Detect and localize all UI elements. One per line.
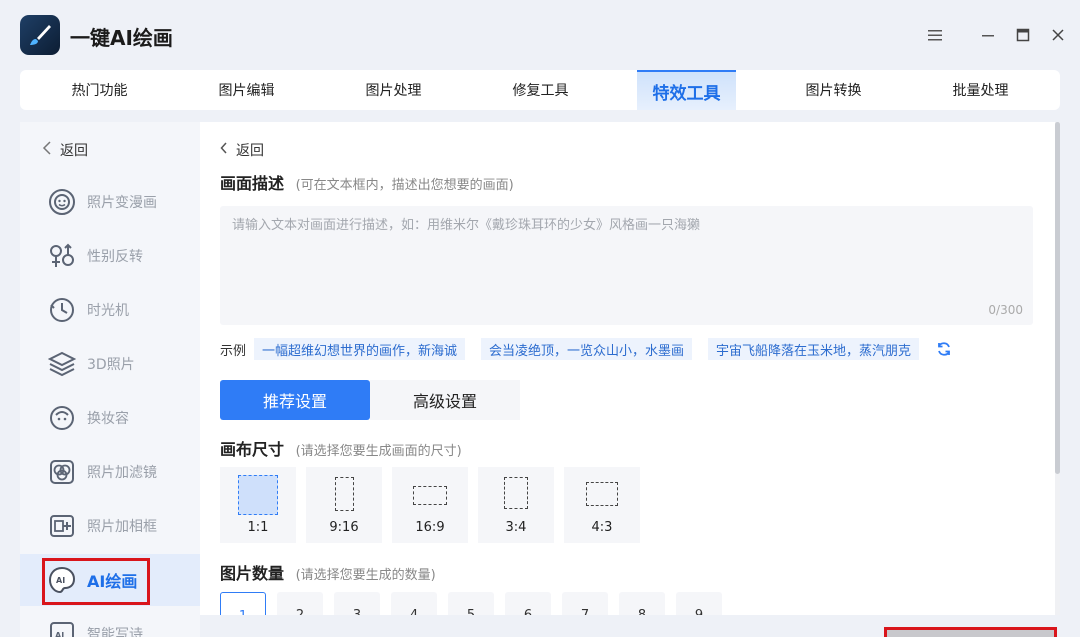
count-option-6[interactable]: 6 xyxy=(505,592,551,615)
count-option-5[interactable]: 5 xyxy=(448,592,494,615)
ratio-preview xyxy=(335,477,354,511)
count-option-1[interactable]: 1 xyxy=(220,592,266,615)
sidebar-back-label: 返回 xyxy=(60,143,88,159)
example-chip[interactable]: 一幅超维幻想世界的画作，新海诚 xyxy=(254,338,466,360)
count-title: 图片数量 xyxy=(220,564,285,583)
ratio-label: 1:1 xyxy=(247,520,269,535)
tab-image-convert[interactable]: 图片转换 xyxy=(760,70,907,110)
ratio-option-4-3[interactable]: 4:3 xyxy=(564,467,640,543)
ratio-label: 16:9 xyxy=(415,520,445,535)
sidebar-item-label: 照片加滤镜 xyxy=(87,465,157,481)
ai-poem-icon: AI xyxy=(48,620,76,637)
ratio-preview xyxy=(413,486,447,505)
ratio-option-1-1[interactable]: 1:1 xyxy=(220,467,296,543)
feature-tabs: 热门功能 图片编辑 图片处理 修复工具 特效工具 图片转换 批量处理 xyxy=(20,70,1060,110)
tab-batch-process[interactable]: 批量处理 xyxy=(907,70,1054,110)
app-title: 一键AI绘画 xyxy=(70,26,173,50)
example-prompts: 示例 一幅超维幻想世界的画作，新海诚 会当凌绝顶，一览众山小，水墨画 宇宙飞船降… xyxy=(220,338,953,360)
sidebar-item-gender[interactable]: 性别反转 xyxy=(20,230,200,282)
sidebar: 返回 照片变漫画 性别反转 时光机 3D照片 换妆容 照片加滤镜 照片加相框 A… xyxy=(20,122,200,637)
count-option-2[interactable]: 2 xyxy=(277,592,323,615)
ratio-option-16-9[interactable]: 16:9 xyxy=(392,467,468,543)
refresh-icon[interactable] xyxy=(935,340,953,358)
canvas-title: 画布尺寸 xyxy=(220,440,285,459)
sidebar-item-ai-poem[interactable]: AI 智能写诗 xyxy=(20,608,200,637)
highlight-box xyxy=(42,558,150,605)
clock-icon xyxy=(48,296,76,324)
count-option-7[interactable]: 7 xyxy=(562,592,608,615)
svg-text:AI: AI xyxy=(55,631,64,637)
sidebar-item-label: 性别反转 xyxy=(87,249,143,265)
tab-hot-features[interactable]: 热门功能 xyxy=(20,70,179,110)
tab-effect-tools[interactable]: 特效工具 xyxy=(637,70,736,110)
app-logo xyxy=(20,15,60,55)
sidebar-item-label: 3D照片 xyxy=(87,357,135,373)
description-input[interactable]: 请输入文本对画面进行描述，如：用维米尔《戴珍珠耳环的少女》风格画一只海獭 0/3… xyxy=(220,206,1033,325)
back-label: 返回 xyxy=(236,143,264,159)
description-section-title: 画面描述 (可在文本框内，描述出您想要的画面) xyxy=(220,170,514,194)
description-hint: (可在文本框内，描述出您想要的画面) xyxy=(295,178,514,193)
examples-label: 示例 xyxy=(220,343,247,359)
tab-repair-tools[interactable]: 修复工具 xyxy=(467,70,614,110)
makeup-icon xyxy=(48,404,76,432)
gender-icon xyxy=(48,242,76,270)
count-option-3[interactable]: 3 xyxy=(334,592,380,615)
sidebar-item-label: 换妆容 xyxy=(87,411,129,427)
count-section-title: 图片数量 (请选择您要生成的数量) xyxy=(220,560,436,584)
maximize-icon[interactable] xyxy=(1012,24,1034,46)
count-hint: (请选择您要生成的数量) xyxy=(295,568,436,583)
ratio-preview xyxy=(586,482,618,506)
chevron-left-icon xyxy=(220,141,228,159)
menu-icon[interactable] xyxy=(924,24,946,46)
filter-icon xyxy=(48,458,76,486)
sidebar-item-label: 照片变漫画 xyxy=(87,195,157,211)
tab-image-edit[interactable]: 图片编辑 xyxy=(173,70,320,110)
description-title: 画面描述 xyxy=(220,174,285,193)
frame-icon xyxy=(48,512,76,540)
sidebar-item-filter[interactable]: 照片加滤镜 xyxy=(20,446,200,498)
example-chip[interactable]: 宇宙飞船降落在玉米地，蒸汽朋克 xyxy=(708,338,920,360)
sidebar-item-label: 时光机 xyxy=(87,303,129,319)
ratio-label: 4:3 xyxy=(591,520,613,535)
generate-button[interactable] xyxy=(884,627,1057,637)
count-option-4[interactable]: 4 xyxy=(391,592,437,615)
ratio-preview xyxy=(238,475,278,515)
canvas-hint: (请选择您要生成画面的尺寸) xyxy=(295,444,462,459)
tab-image-process[interactable]: 图片处理 xyxy=(320,70,467,110)
character-counter: 0/300 xyxy=(988,303,1023,317)
cartoon-face-icon xyxy=(48,188,76,216)
title-bar: 一键AI绘画 xyxy=(0,0,1080,70)
ratio-label: 3:4 xyxy=(505,520,527,535)
sidebar-item-label: 照片加相框 xyxy=(87,519,157,535)
ratio-option-3-4[interactable]: 3:4 xyxy=(478,467,554,543)
description-placeholder: 请输入文本对画面进行描述，如：用维米尔《戴珍珠耳环的少女》风格画一只海獭 xyxy=(232,218,701,233)
recommended-settings-tab[interactable]: 推荐设置 xyxy=(220,380,370,420)
advanced-settings-tab[interactable]: 高级设置 xyxy=(370,380,520,420)
sidebar-item-makeup[interactable]: 换妆容 xyxy=(20,392,200,444)
sidebar-back-button[interactable]: 返回 xyxy=(42,140,88,160)
chevron-left-icon xyxy=(42,140,52,160)
canvas-section-title: 画布尺寸 (请选择您要生成画面的尺寸) xyxy=(220,436,462,460)
count-option-8[interactable]: 8 xyxy=(619,592,665,615)
sidebar-item-label: 智能写诗 xyxy=(87,627,143,637)
sidebar-item-3d-photo[interactable]: 3D照片 xyxy=(20,338,200,390)
example-chip[interactable]: 会当凌绝顶，一览众山小，水墨画 xyxy=(481,338,693,360)
ratio-label: 9:16 xyxy=(329,520,359,535)
close-icon[interactable] xyxy=(1047,24,1069,46)
back-button[interactable]: 返回 xyxy=(220,140,264,160)
scrollbar-thumb[interactable] xyxy=(1055,122,1060,474)
count-option-9[interactable]: 9 xyxy=(676,592,722,615)
sidebar-item-frame[interactable]: 照片加相框 xyxy=(20,500,200,552)
sidebar-item-time-machine[interactable]: 时光机 xyxy=(20,284,200,336)
sidebar-item-cartoon[interactable]: 照片变漫画 xyxy=(20,176,200,228)
main-panel: 返回 画面描述 (可在文本框内，描述出您想要的画面) 请输入文本对画面进行描述，… xyxy=(200,122,1055,615)
layers-icon xyxy=(48,350,76,378)
ratio-preview xyxy=(504,477,528,509)
minimize-icon[interactable] xyxy=(977,24,999,46)
ratio-option-9-16[interactable]: 9:16 xyxy=(306,467,382,543)
